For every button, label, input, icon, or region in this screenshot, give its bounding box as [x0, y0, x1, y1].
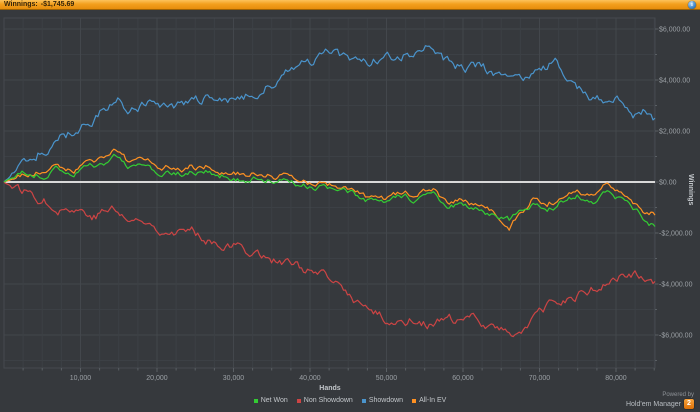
- winnings-chart: 10,000 20,000 30,000 40,000 50,000 60,000 70,0…: [3, 17, 693, 382]
- legend-label: All-In EV: [419, 397, 447, 404]
- legend-swatch: [253, 399, 258, 403]
- legend: Net Won Non Showdown Showdown All-In EV: [0, 397, 700, 405]
- x-tick-label: 60,000: [452, 375, 474, 382]
- hm2-badge-icon: 2: [684, 399, 694, 409]
- legend-swatch: [361, 399, 366, 403]
- legend-label: Non Showdown: [303, 397, 353, 404]
- legend-swatch: [296, 399, 301, 403]
- y-tick-label: $4,000.00: [659, 78, 690, 85]
- x-tick-label: 40,000: [299, 375, 321, 382]
- y-tick-label: -$6,000.00: [659, 333, 693, 340]
- legend-item-non-showdown[interactable]: Non Showdown: [296, 397, 353, 405]
- y-tick-label: -$2,000.00: [659, 231, 693, 238]
- grid: [3, 17, 656, 369]
- x-axis-title: Hands: [319, 385, 341, 392]
- legend-item-net-won[interactable]: Net Won: [253, 397, 288, 405]
- x-tick-label: 80,000: [605, 375, 627, 382]
- legend-item-all-in-ev[interactable]: All-In EV: [412, 397, 446, 405]
- x-tick-label: 30,000: [223, 375, 245, 382]
- brand-name: Hold'em Manager: [625, 400, 681, 408]
- y-tick-label: $6,000.00: [659, 27, 690, 34]
- legend-label: Showdown: [368, 397, 404, 404]
- legend-item-showdown[interactable]: Showdown: [361, 397, 404, 405]
- x-tick-label: 20,000: [146, 375, 168, 382]
- winnings-graph-window: Winnings: -$1,745.69 i 10,000 20,000 30,00…: [0, 0, 700, 412]
- y-tick-label: $0.00: [659, 180, 677, 187]
- x-tick-label: 10,000: [70, 375, 92, 382]
- x-tick-label: 50,000: [376, 375, 398, 382]
- powered-by-text: Powered by: [662, 392, 694, 398]
- powered-by: Powered by Hold'em Manager 2: [626, 392, 694, 409]
- legend-label: Net Won: [260, 397, 288, 404]
- y-tick-label: $2,000.00: [659, 129, 690, 136]
- x-tick-label: 70,000: [529, 375, 551, 382]
- y-axis-title: Winnings: [687, 174, 694, 206]
- y-tick-label: -$4,000.00: [659, 282, 693, 289]
- legend-swatch: [412, 399, 417, 403]
